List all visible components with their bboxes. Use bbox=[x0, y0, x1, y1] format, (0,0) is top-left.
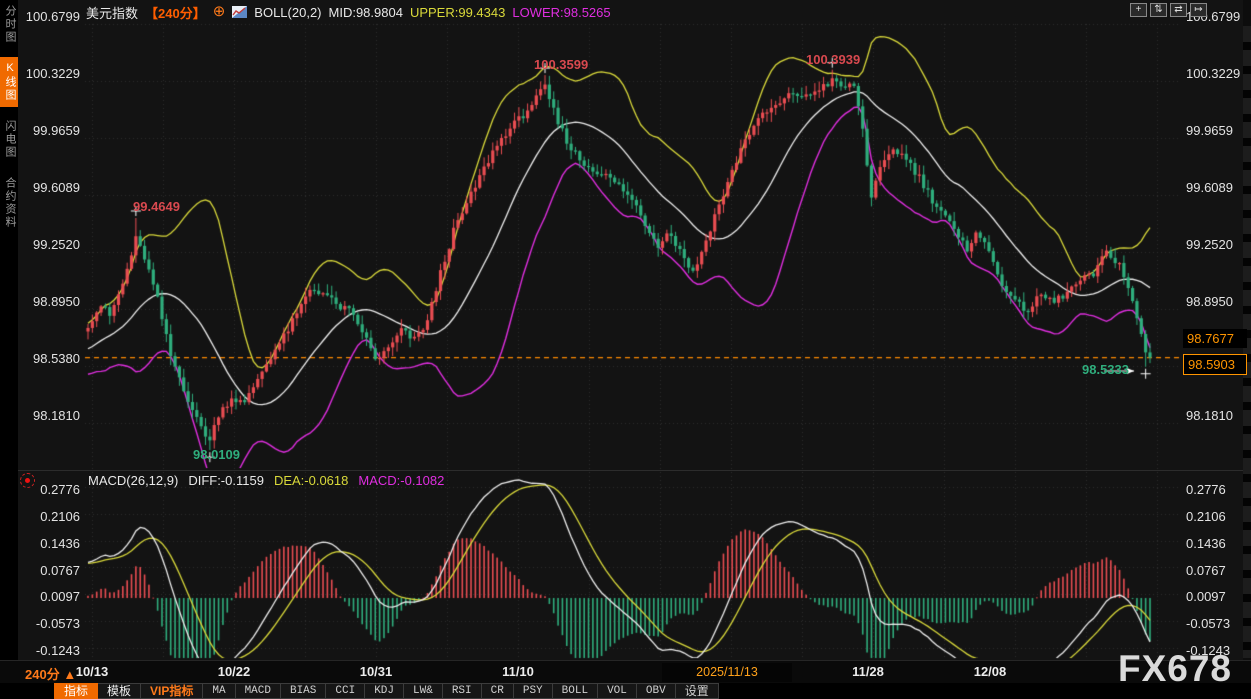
toolbar-button-psy[interactable]: PSY bbox=[514, 683, 553, 699]
date-label: 12/08 bbox=[960, 664, 1020, 679]
toolbar-button-rsi[interactable]: RSI bbox=[443, 683, 482, 699]
macd-axis-label: 0.1436 bbox=[20, 536, 80, 551]
price-axis-label: 99.9659 bbox=[1186, 123, 1248, 138]
macd-axis-label: 0.2776 bbox=[1186, 482, 1248, 497]
toolbar-button-cci[interactable]: CCI bbox=[326, 683, 365, 699]
date-label: 10/22 bbox=[204, 664, 264, 679]
annotation-swing-low: 98.5333 bbox=[1082, 362, 1129, 377]
price-axis-label: 98.1810 bbox=[1186, 408, 1248, 423]
price-axis-label: 98.8950 bbox=[1186, 294, 1248, 309]
annotation-swing-low: 98.0109 bbox=[193, 447, 240, 462]
macd-params-label: MACD(26,12,9) bbox=[88, 473, 178, 488]
selected-bar-datetime: 2025/11/13 22:00~02:00 四 bbox=[662, 663, 792, 682]
chart-tool-icons: + ⇅ ⇄ ↦ bbox=[1130, 3, 1207, 17]
chart-type-icon[interactable] bbox=[232, 6, 247, 18]
macd-axis-label: 0.2106 bbox=[1186, 509, 1248, 524]
toolbar-button-settings[interactable]: 设置 bbox=[676, 683, 719, 699]
macd-axis-label: -0.0573 bbox=[1186, 616, 1248, 631]
annotation-swing-high: 100.3599 bbox=[534, 57, 588, 72]
indicator-toolbar: 指标 模板 VIP指标 MA MACD BIAS CCI KDJ LW& RSI… bbox=[0, 683, 1251, 699]
toolbar-button-vol[interactable]: VOL bbox=[598, 683, 637, 699]
price-axis-label: 98.1810 bbox=[20, 408, 80, 423]
price-tag-last: 98.5903 bbox=[1183, 354, 1247, 375]
macd-dea-value: DEA:-0.0618 bbox=[274, 473, 348, 488]
macd-axis-label: 0.2106 bbox=[20, 509, 80, 524]
annotation-swing-high: 99.4649 bbox=[133, 199, 180, 214]
panel-divider bbox=[18, 470, 1251, 471]
macd-axis-label: -0.0573 bbox=[20, 616, 80, 631]
price-axis-label: 99.2520 bbox=[1186, 237, 1248, 252]
toolbar-button-bias[interactable]: BIAS bbox=[281, 683, 326, 699]
price-axis-label: 99.6089 bbox=[1186, 180, 1248, 195]
macd-header: MACD(26,12,9) DIFF:-0.1159 DEA:-0.0618 M… bbox=[88, 473, 444, 488]
toolbar-button-boll[interactable]: BOLL bbox=[553, 683, 598, 699]
toolbar-button-template[interactable]: 模板 bbox=[98, 683, 141, 699]
date-label: 11/10 bbox=[488, 664, 548, 679]
price-axis-label: 100.3229 bbox=[1186, 66, 1248, 81]
boll-mid-value: MID:98.9804 bbox=[329, 5, 403, 20]
chart-header: 美元指数 【240分】 ⊕ BOLL(20,2) MID:98.9804 UPP… bbox=[86, 3, 611, 21]
price-axis-label: 100.3229 bbox=[20, 66, 80, 81]
macd-diff-value: DIFF:-0.1159 bbox=[188, 473, 264, 488]
boll-params-label: BOLL(20,2) bbox=[254, 5, 321, 20]
trading-app-window: 分时图 K线图 闪电图 合约资料 美元指数 【240分】 ⊕ BOLL(20,2… bbox=[0, 0, 1251, 699]
toolbar-button-kdj[interactable]: KDJ bbox=[365, 683, 404, 699]
price-axis-label: 100.6799 bbox=[20, 9, 80, 24]
symbol-name: 美元指数 bbox=[86, 3, 138, 22]
macd-axis-label: 0.0097 bbox=[1186, 589, 1248, 604]
annotation-swing-high: 100.3939 bbox=[806, 52, 860, 67]
scale-vertical-icon[interactable]: ⇅ bbox=[1150, 3, 1167, 17]
toolbar-button-ma[interactable]: MA bbox=[203, 683, 235, 699]
sidebar-tab-kline-chart[interactable]: K线图 bbox=[0, 57, 18, 107]
toolbar-button-indicator[interactable]: 指标 bbox=[54, 683, 98, 699]
live-indicator-icon bbox=[20, 473, 35, 488]
price-axis-label: 99.9659 bbox=[20, 123, 80, 138]
time-axis: 240分 ▲ 10/13 10/22 10/31 11/10 2025/11/1… bbox=[0, 660, 1251, 683]
date-label: 11/28 bbox=[838, 664, 898, 679]
macd-axis-label: 0.0097 bbox=[20, 589, 80, 604]
macd-axis-label: 0.1436 bbox=[1186, 536, 1248, 551]
toolbar-button-macd[interactable]: MACD bbox=[236, 683, 281, 699]
target-icon[interactable]: ⊕ bbox=[213, 5, 226, 19]
macd-macd-value: MACD:-0.1082 bbox=[358, 473, 444, 488]
toolbar-button-obv[interactable]: OBV bbox=[637, 683, 676, 699]
toolbar-button-cr[interactable]: CR bbox=[482, 683, 514, 699]
sidebar-tab-contract-info[interactable]: 合约资料 bbox=[0, 172, 18, 234]
sidebar-tab-time-chart[interactable]: 分时图 bbox=[0, 0, 18, 49]
sidebar-tab-lightning-chart[interactable]: 闪电图 bbox=[0, 115, 18, 164]
crosshair-icon[interactable]: + bbox=[1130, 3, 1147, 17]
boll-upper-value: UPPER:99.4343 bbox=[410, 5, 505, 20]
price-axis-label: 99.6089 bbox=[20, 180, 80, 195]
price-tag-indicator: 98.7677 bbox=[1183, 329, 1247, 348]
toolbar-button-vip[interactable]: VIP指标 bbox=[141, 683, 203, 699]
price-axis-label: 98.8950 bbox=[20, 294, 80, 309]
date-label: 10/13 bbox=[62, 664, 122, 679]
period-label: 【240分】 bbox=[145, 3, 206, 22]
sidebar: 分时图 K线图 闪电图 合约资料 bbox=[0, 0, 18, 660]
toolbar-button-lw[interactable]: LW& bbox=[404, 683, 443, 699]
scale-horizontal-icon[interactable]: ⇄ bbox=[1170, 3, 1187, 17]
shift-chart-icon[interactable]: ↦ bbox=[1190, 3, 1207, 17]
chart-canvas[interactable] bbox=[0, 0, 1251, 699]
macd-axis-label: 0.0767 bbox=[1186, 563, 1248, 578]
date-label: 10/31 bbox=[346, 664, 406, 679]
macd-axis-label: -0.1243 bbox=[20, 643, 80, 658]
boll-lower-value: LOWER:98.5265 bbox=[512, 5, 610, 20]
price-axis-label: 99.2520 bbox=[20, 237, 80, 252]
macd-axis-label: 0.0767 bbox=[20, 563, 80, 578]
price-axis-label: 98.5380 bbox=[20, 351, 80, 366]
